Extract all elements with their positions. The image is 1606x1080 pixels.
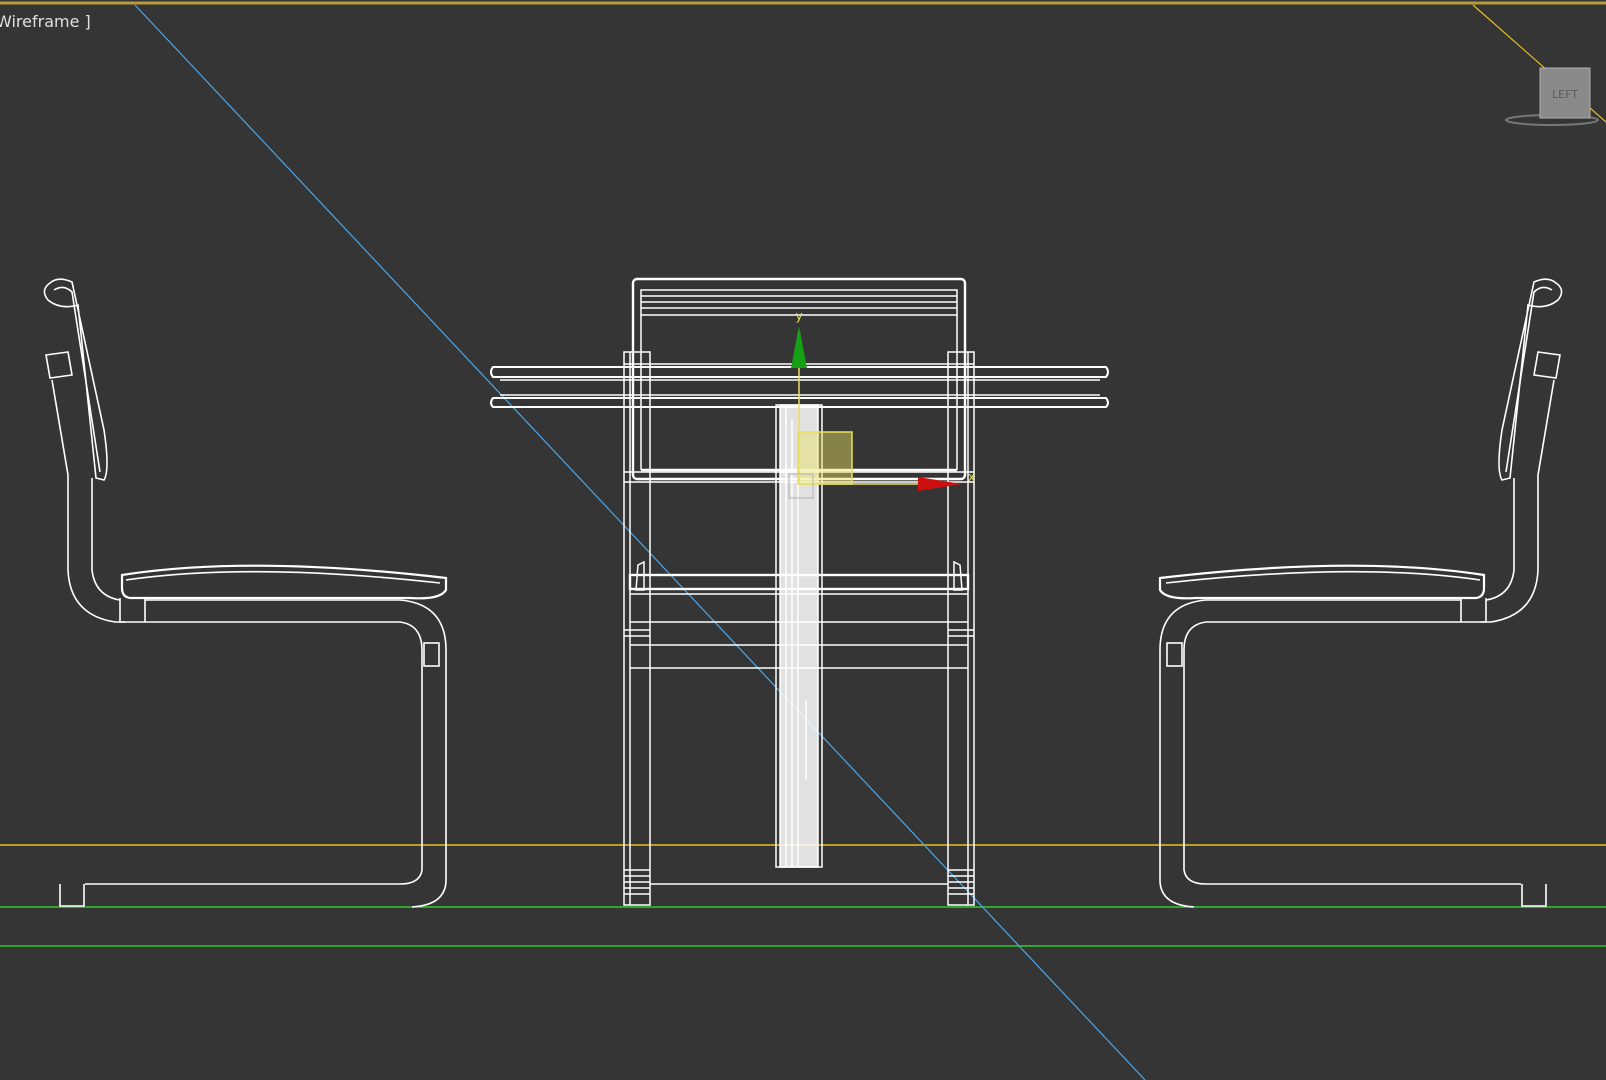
- camera-line: [134, 4, 1146, 1080]
- gizmo-xy-plane-handle[interactable]: [797, 431, 853, 485]
- gizmo-y-label: y: [795, 309, 802, 323]
- viewport-shading-label[interactable]: Wireframe ]: [0, 12, 91, 31]
- viewcube[interactable]: LEFT: [1500, 60, 1600, 130]
- gizmo-x-label: x: [968, 470, 975, 484]
- gizmo-y-arrow[interactable]: [791, 326, 807, 368]
- viewcube-face-label: LEFT: [1552, 88, 1578, 101]
- right-chair[interactable]: [1158, 278, 1563, 908]
- wireframe-scene[interactable]: y x: [0, 0, 1606, 1080]
- left-chair[interactable]: [43, 278, 448, 908]
- perspective-viewport[interactable]: y x Wireframe ] LEFT: [0, 0, 1606, 1080]
